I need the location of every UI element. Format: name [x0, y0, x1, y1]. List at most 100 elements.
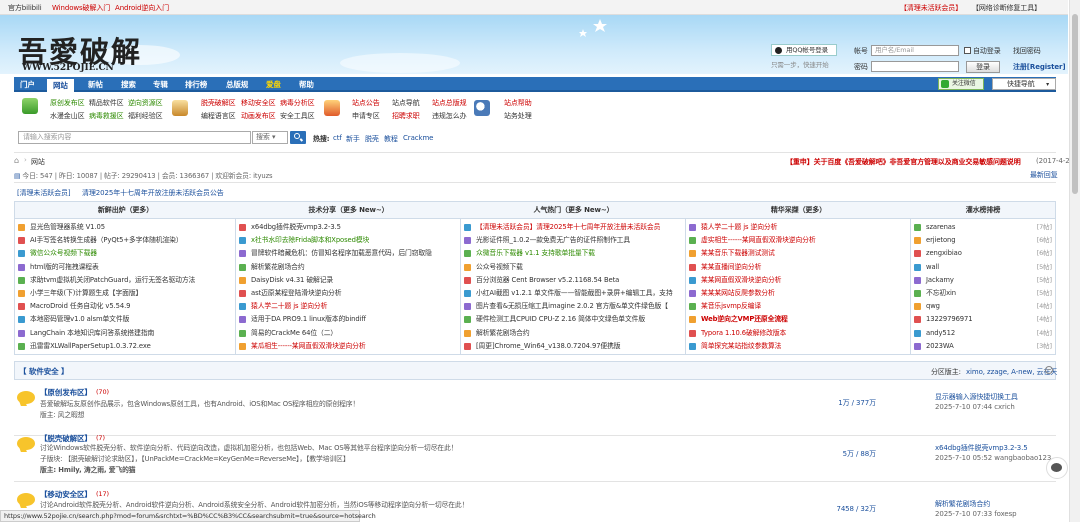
announcement-text[interactable]: 清理2025年十七周年开放注册未活跃会员公告 — [82, 188, 224, 198]
shortcut-animation[interactable]: 动画发布区 — [241, 111, 276, 121]
grid-item[interactable]: 解析繁花剧场合约 — [236, 261, 460, 273]
login-button[interactable]: 登录 — [966, 61, 1000, 73]
hot-term[interactable]: Crackme — [403, 134, 433, 142]
grid-item[interactable]: 某某网直假双滑块逆向分析 — [686, 274, 910, 286]
grid-item[interactable]: erjietong [6帖] — [911, 234, 1055, 246]
grid-header-hot[interactable]: 人气热门（更多 New~） — [461, 202, 686, 219]
grid-item[interactable]: 某音乐jsvmp反编译 — [686, 300, 910, 312]
latest-replies-link[interactable]: 最新回复 — [1030, 170, 1058, 180]
grid-item[interactable]: 硬件检测工具CPUID CPU-Z 2.16 简体中文绿色单文件版 — [461, 313, 685, 325]
shortcut-welfare[interactable]: 福利经验区 — [128, 111, 163, 121]
shortcut-apply[interactable]: 申请专区 — [352, 111, 380, 121]
shortcut-security-tools[interactable]: 安全工具区 — [280, 111, 315, 121]
grid-item[interactable]: Typora 1.10.6破解修改版本 — [686, 327, 910, 339]
grid-item[interactable]: 某瓜相生------某网直假双滑块逆向分析 — [236, 340, 460, 352]
grid-header-featured[interactable]: 精华采撷（更多） — [686, 202, 911, 219]
grid-item[interactable]: 小学三年级(下)计算题生成【字面版】 — [15, 287, 235, 299]
forum-last-title[interactable]: 显示器输入源快捷切换工具 — [935, 392, 1018, 402]
breadcrumb-site[interactable]: 网站 — [31, 157, 45, 167]
home-icon[interactable]: ⌂ — [14, 156, 19, 165]
clean-members-link[interactable]: 【清理未活跃会员】 — [900, 3, 962, 13]
grid-item[interactable]: 13229796971 [4帖] — [911, 313, 1055, 325]
follow-wechat-button[interactable]: 关注微信 — [938, 78, 984, 90]
grid-item[interactable]: 某某音乐下载器测试测试 — [686, 247, 910, 259]
password-input[interactable] — [871, 61, 959, 72]
nav-help[interactable]: 帮助 — [299, 77, 314, 92]
grid-item[interactable]: DaisyDisk v4.31 破解记录 — [236, 274, 460, 286]
shortcut-sitenav[interactable]: 站点导航 — [392, 98, 420, 108]
shortcut-water[interactable]: 水漫金山区 — [50, 111, 85, 121]
grid-item[interactable]: [周更]Chrome_Win64_v138.0.7204.97便携版 — [461, 340, 685, 352]
grid-item[interactable]: AI手写签名转换生成器（PyQt5+多字体随机渲染） — [15, 234, 235, 246]
grid-item[interactable]: 猿人学二十题 js 逆向分析 — [686, 221, 910, 233]
grid-item[interactable]: 适用于DA PRO9.1 linux版本的bindiff — [236, 313, 460, 325]
shortcut-siterules[interactable]: 站点总版规 — [432, 98, 467, 108]
grid-item[interactable]: 简易的CrackMe 64位（二） — [236, 327, 460, 339]
shortcut-software[interactable]: 精品软件区 — [89, 98, 124, 108]
forum-last-title[interactable]: 解析繁花剧场合约 — [935, 499, 990, 509]
grid-item[interactable]: 冒牌软件暗藏危机：仿冒知名程序加载恶意代码，后门窃取隐 — [236, 247, 460, 259]
shortcut-resources[interactable]: 逆向资源区 — [128, 98, 163, 108]
shortcut-help[interactable]: 站点帮助 — [504, 98, 532, 108]
section-title[interactable]: 【 软件安全 】 — [19, 366, 69, 377]
qq-login-button[interactable]: 用QQ帐号登录 — [771, 44, 837, 56]
auto-login-checkbox[interactable] — [964, 47, 971, 54]
windows-crack-link[interactable]: Windows破解入门 — [52, 3, 110, 13]
grid-header-new[interactable]: 新鲜出炉（更多） — [15, 202, 236, 219]
grid-item[interactable]: LangChain 本地知识库问答系统搭建指南 — [15, 327, 235, 339]
nav-aipan[interactable]: 爱盘 — [266, 77, 281, 92]
grid-item[interactable]: 2023WA [3帖] — [911, 340, 1055, 352]
grid-item[interactable]: 小红AI截图 v1.2.1 单文件版——智能截图+录屏+编辑工具，支持 — [461, 287, 685, 299]
forum-last-title[interactable]: x64dbg插件脱壳vmp3.2-3.5 — [935, 443, 1028, 453]
forum-moderators[interactable]: 版主: Hmily, 涛之雨, 爱飞的猫 — [40, 464, 136, 474]
network-tool-link[interactable]: 【网络诊断修复工具】 — [972, 3, 1041, 13]
search-type-select[interactable]: 搜索 ▾ — [252, 131, 288, 144]
forum-subforums[interactable]: 子版块: 【脱壳破解讨论求助区】，【UnPackMe=CrackMe=KeyGe… — [40, 453, 350, 463]
grid-item[interactable]: wall [5帖] — [911, 261, 1055, 273]
scrollbar[interactable] — [1069, 0, 1080, 522]
grid-item[interactable]: 猿人学二十题 js 逆向分析 — [236, 300, 460, 312]
nav-album[interactable]: 专辑 — [153, 77, 168, 92]
find-password-link[interactable]: 找回密码 — [1013, 46, 1041, 56]
grid-item[interactable]: 众微音乐下载器 v1.1 支持歌单批量下载 — [461, 247, 685, 259]
grid-item[interactable]: 求助tvm虚拟机关闭PatchGuard，运行无签名驱动方法 — [15, 274, 235, 286]
grid-item[interactable]: 迅雷雷XLWallPaperSetup1.0.3.72.exe — [15, 340, 235, 352]
grid-item[interactable]: 百分浏览器 Cent Browser v5.2.1168.54 Beta — [461, 274, 685, 286]
nav-new[interactable]: 新帖 — [88, 77, 103, 92]
grid-item[interactable]: zengxibiao [6帖] — [911, 247, 1055, 259]
section-mods[interactable]: ximo, zzage, A-new, 云在天 — [966, 367, 1057, 377]
grid-item[interactable]: 图片查看&无损压缩工具imagine 2.0.2 官方版&单文件绿色版【 — [461, 300, 685, 312]
hot-term[interactable]: 脱壳 — [365, 134, 379, 144]
grid-item[interactable]: 解析繁花剧场合约 — [461, 327, 685, 339]
scrollbar-thumb[interactable] — [1072, 14, 1078, 194]
grid-item[interactable]: 显光色管理器系统 V1.05 — [15, 221, 235, 233]
shortcut-programming[interactable]: 编程语言区 — [201, 111, 236, 121]
grid-item[interactable]: andy512 [4帖] — [911, 327, 1055, 339]
shortcut-virus-analysis[interactable]: 病毒分析区 — [280, 98, 315, 108]
grid-item[interactable]: 虚实相生------某网直假双滑块逆向分析 — [686, 234, 910, 246]
grid-item[interactable]: ast迈原某程登陆滑块逆向分析 — [236, 287, 460, 299]
grid-item[interactable]: 微信公众号视频下载器 — [15, 247, 235, 259]
announcement-tag[interactable]: [清理未活跃会员] — [17, 188, 71, 198]
grid-item[interactable]: 本地密码管理v1.0 alsm单文件版 — [15, 313, 235, 325]
nav-site[interactable]: 网站 — [47, 77, 74, 92]
grid-item[interactable]: 不忘初xin [5帖] — [911, 287, 1055, 299]
grid-item[interactable]: MacroDroid 任务自动化 v5.54.9 — [15, 300, 235, 312]
shortcut-announce[interactable]: 站点公告 — [352, 98, 380, 108]
shortcut-affairs[interactable]: 站务处理 — [504, 111, 532, 121]
grid-item[interactable]: 公众号视频下载 — [461, 261, 685, 273]
grid-item[interactable]: 简单探究某站指纹参数算法 — [686, 340, 910, 352]
nav-portal[interactable]: 门户 — [20, 77, 35, 92]
grid-item[interactable]: x社书水印去除Frida脚本和Xposed模块 — [236, 234, 460, 246]
shortcut-virus-rescue[interactable]: 病毒救援区 — [89, 111, 124, 121]
nav-search[interactable]: 搜索 — [121, 77, 136, 92]
nav-ranking[interactable]: 排行榜 — [185, 77, 207, 92]
hot-term[interactable]: 新手 — [346, 134, 360, 144]
grid-item[interactable]: 【清理未活跃会员】清理2025年十七周年开放注册未活跃会员 — [461, 221, 685, 233]
grid-item[interactable]: Jackamy [5帖] — [911, 274, 1055, 286]
quick-nav-dropdown[interactable]: 快捷导航 ▾ — [992, 78, 1056, 90]
forum-name[interactable]: 【原创发布区】 — [40, 387, 92, 398]
register-link[interactable]: 注册[Register] — [1013, 62, 1066, 72]
shortcut-unpack[interactable]: 脱壳破解区 — [201, 98, 236, 108]
notice-link[interactable]: 【重申】关于百度《吾爱破解吧》非吾爱官方管理以及商业交易敏感问题说明 — [786, 157, 1021, 167]
